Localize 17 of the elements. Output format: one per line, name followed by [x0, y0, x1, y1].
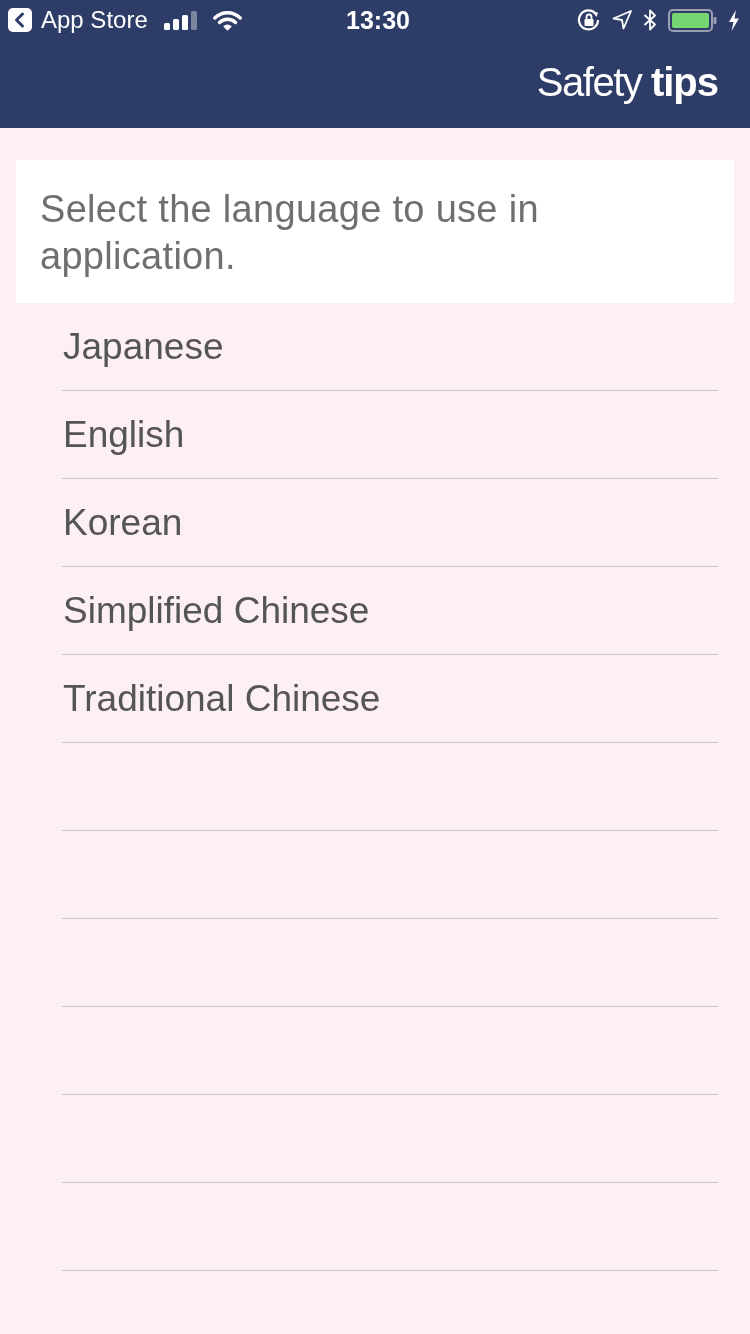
battery-icon: [668, 8, 717, 32]
status-time: 13:30: [345, 5, 410, 35]
language-option[interactable]: Simplified Chinese: [62, 567, 718, 655]
instruction-text: Select the language to use in application.: [40, 187, 540, 279]
charging-bolt-icon: [728, 9, 740, 31]
back-chevron-icon: [8, 8, 32, 32]
language-option[interactable]: Japanese: [62, 303, 718, 391]
language-option[interactable]: English: [62, 391, 718, 479]
wifi-icon: [212, 9, 242, 31]
bluetooth-icon: [643, 9, 657, 31]
rotation-lock-icon: [577, 8, 601, 32]
language-option[interactable]: Traditional Chinese: [62, 655, 718, 743]
screen-title: Safety tips: [536, 59, 718, 105]
language-option[interactable]: Korean: [62, 479, 718, 567]
location-arrow-icon: [612, 10, 632, 30]
signal-icon: [163, 10, 197, 30]
back-to-app-link[interactable]: App Store: [8, 6, 148, 34]
